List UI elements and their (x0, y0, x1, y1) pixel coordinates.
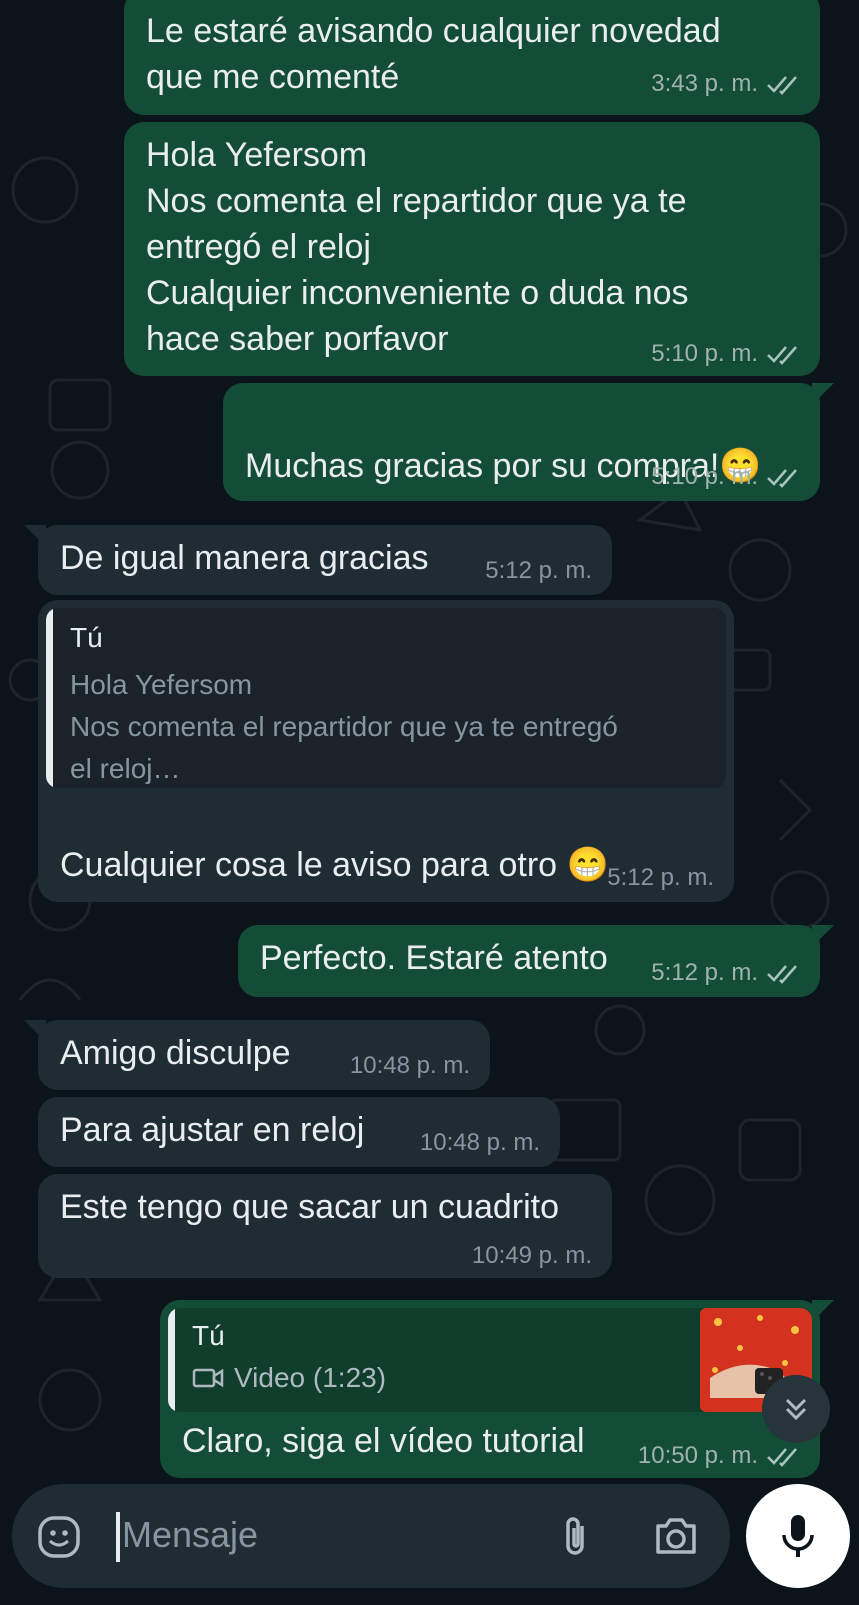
video-label: Video (1:23) (234, 1362, 387, 1393)
message-meta: 5:12 p. m. (607, 864, 714, 892)
message-text: Perfecto. Estaré atento (260, 939, 608, 977)
bubble-tail (812, 925, 834, 947)
read-ticks-icon (767, 76, 797, 95)
read-ticks-icon (767, 346, 797, 365)
message-meta: 5:12 p. m. (651, 959, 800, 987)
quote-text: Hola Yefersom Nos comenta el repartidor … (70, 669, 618, 784)
message-text-content: Cualquier cosa le aviso para otro (60, 846, 558, 884)
message-meta: 10:48 p. m. (350, 1052, 470, 1080)
bubble-tail (24, 1020, 46, 1042)
message-text: Claro, siga el vídeo tutorial (182, 1422, 585, 1460)
message-time: 10:49 p. m. (471, 1242, 592, 1269)
message-text: Este tengo que sacar un cuadrito (60, 1188, 559, 1226)
quoted-video-message[interactable]: Tú Video (1:23) (168, 1308, 812, 1412)
quote-bar (168, 1308, 175, 1412)
mic-icon (782, 1515, 814, 1557)
message-text: Cualquier cosa le aviso para otro 😁 (60, 796, 609, 888)
scroll-to-bottom-button[interactable] (762, 1375, 830, 1443)
message-meta: 10:49 p. m. (472, 1242, 592, 1270)
message-time: 3:43 p. m. (651, 70, 758, 97)
video-camera-icon (192, 1368, 224, 1388)
bubble-tail (812, 1300, 834, 1322)
grin-emoji-icon: 😁 (566, 846, 609, 884)
message-time: 5:10 p. m. (651, 463, 758, 490)
read-ticks-icon (767, 965, 797, 984)
camera-icon[interactable] (652, 1514, 700, 1563)
message-meta: 10:50 p. m. (638, 1442, 800, 1470)
message-text: Le estaré avisando cualquier novedad que… (146, 12, 721, 96)
message-bubble-incoming[interactable]: Amigo disculpe 10:48 p. m. (24, 1020, 490, 1090)
message-bubble-incoming[interactable]: Tú Hola Yefersom Nos comenta el repartid… (38, 600, 734, 902)
quote-author: Tú (70, 622, 103, 653)
message-time: 5:12 p. m. (607, 864, 714, 891)
message-bubble-outgoing[interactable]: Hola Yefersom Nos comenta el repartidor … (124, 122, 820, 376)
message-text: De igual manera gracias (60, 539, 429, 577)
message-text: Amigo disculpe (60, 1034, 291, 1072)
voice-record-button[interactable] (746, 1484, 850, 1588)
text-cursor (116, 1512, 120, 1562)
message-meta: 5:12 p. m. (485, 557, 592, 585)
message-time: 5:10 p. m. (651, 340, 758, 367)
message-time: 5:12 p. m. (651, 959, 758, 986)
message-bubble-outgoing[interactable]: Muchas gracias por su compra!😁 5:10 p. m… (223, 383, 834, 501)
quote-author: Tú (192, 1320, 225, 1351)
quote-video-info: Video (1:23) (192, 1362, 386, 1394)
message-bubble-incoming[interactable]: De igual manera gracias 5:12 p. m. (24, 525, 612, 595)
message-meta: 3:43 p. m. (651, 70, 800, 98)
message-input-placeholder[interactable]: Mensaje (122, 1514, 258, 1556)
message-text-content: Muchas gracias por su compra! (245, 447, 720, 485)
message-bubble-outgoing[interactable]: Le estaré avisando cualquier novedad que… (124, 0, 820, 115)
message-bubble-incoming[interactable]: Para ajustar en reloj 10:48 p. m. (38, 1097, 560, 1167)
message-composer[interactable]: Mensaje (12, 1484, 730, 1588)
bubble-tail (24, 525, 46, 547)
message-meta: 5:10 p. m. (651, 463, 800, 491)
read-ticks-icon (767, 1448, 797, 1467)
quoted-message[interactable]: Tú Hola Yefersom Nos comenta el repartid… (46, 608, 726, 788)
quote-bar (46, 608, 53, 788)
message-time: 10:50 p. m. (637, 1442, 758, 1469)
message-text: Para ajustar en reloj (60, 1111, 365, 1149)
double-chevron-down-icon (785, 1398, 807, 1421)
bubble-tail (812, 383, 834, 405)
message-bubble-outgoing[interactable]: Perfecto. Estaré atento 5:12 p. m. (238, 925, 834, 997)
message-bubble-incoming[interactable]: Este tengo que sacar un cuadrito 10:49 p… (38, 1174, 612, 1278)
sticker-icon[interactable] (36, 1514, 82, 1565)
message-time: 5:12 p. m. (485, 557, 592, 584)
attach-icon[interactable] (558, 1514, 592, 1565)
message-text: Hola Yefersom Nos comenta el repartidor … (146, 136, 689, 358)
message-meta: 5:10 p. m. (651, 340, 800, 368)
message-meta: 10:48 p. m. (420, 1129, 540, 1157)
message-time: 10:48 p. m. (419, 1129, 540, 1156)
message-time: 10:48 p. m. (349, 1052, 470, 1079)
message-bubble-outgoing[interactable]: Tú Video (1:23) Claro, siga el vídeo tut… (160, 1300, 834, 1478)
read-ticks-icon (767, 469, 797, 488)
